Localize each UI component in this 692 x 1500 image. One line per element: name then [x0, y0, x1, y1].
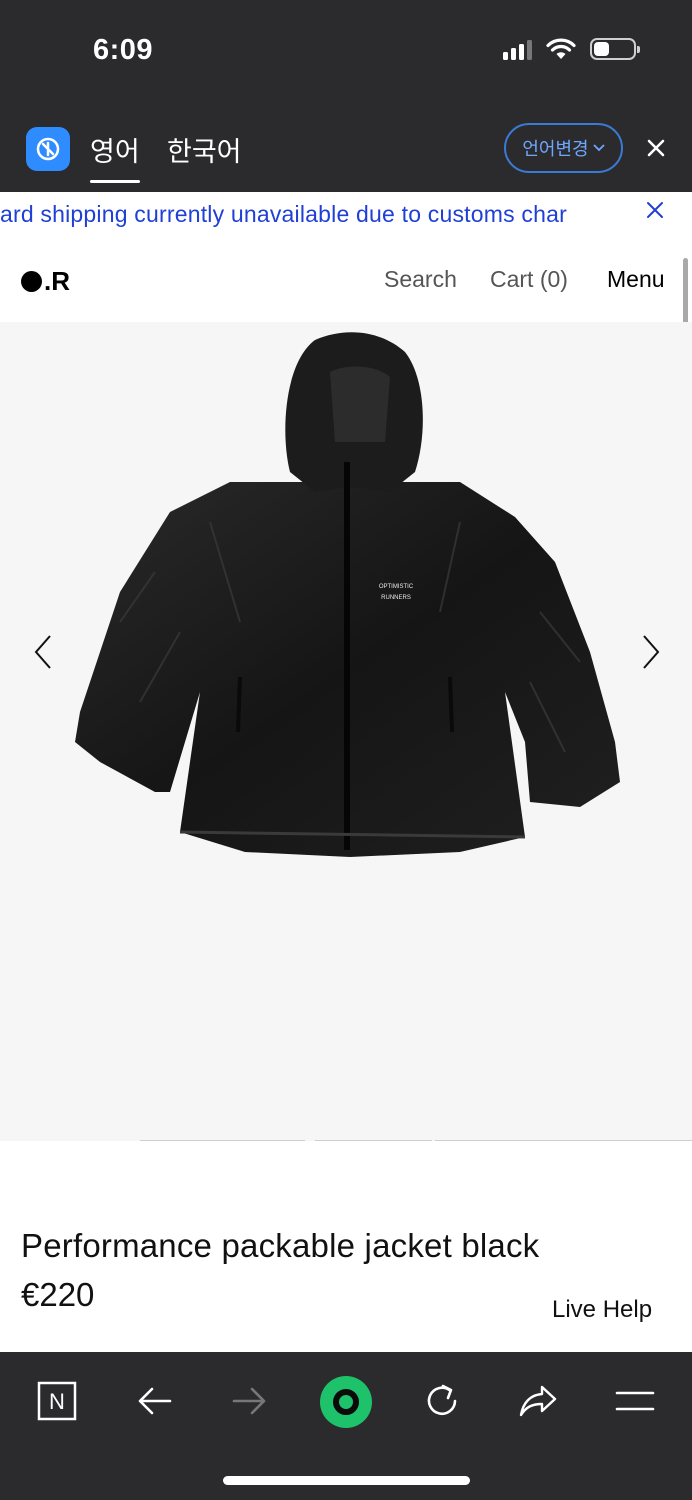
search-link[interactable]: Search: [384, 266, 457, 293]
chevron-down-icon: [592, 144, 605, 152]
change-language-label: 언어변경: [522, 139, 589, 159]
menu-button[interactable]: [610, 1376, 660, 1426]
logo-text: .R: [44, 266, 70, 296]
battery-icon: [590, 38, 640, 60]
announcement-bar: ard shipping currently unavailable due t…: [0, 192, 692, 238]
arrow-right-icon: [232, 1387, 266, 1415]
home-button[interactable]: [320, 1376, 372, 1428]
menu-link[interactable]: Menu: [607, 266, 665, 293]
wifi-icon: [546, 38, 576, 59]
chevron-left-icon[interactable]: [28, 632, 58, 672]
site-header: .R Search Cart (0) Menu: [0, 238, 692, 322]
arrow-left-icon: [138, 1387, 172, 1415]
live-help-button[interactable]: Live Help: [552, 1296, 652, 1324]
product-image: OPTIMISTIC RUNNERS: [75, 332, 620, 857]
cart-link[interactable]: Cart (0): [490, 266, 568, 293]
tabs-button[interactable]: N: [32, 1376, 82, 1426]
translate-bar: 영어 한국어 언어변경: [0, 104, 692, 192]
product-price: €220: [21, 1276, 95, 1313]
tabs-label: N: [49, 1389, 65, 1414]
share-button[interactable]: [513, 1376, 563, 1426]
reload-icon: [427, 1384, 457, 1416]
green-circle-icon: [320, 1376, 372, 1428]
close-icon[interactable]: [640, 130, 672, 166]
cellular-signal-icon: [503, 38, 532, 60]
hamburger-icon: [615, 1391, 655, 1411]
status-bar: 6:09: [0, 0, 692, 104]
chevron-right-icon[interactable]: [636, 632, 666, 672]
announcement-text[interactable]: ard shipping currently unavailable due t…: [0, 201, 630, 228]
change-language-button[interactable]: 언어변경: [504, 123, 623, 173]
jacket-print-line2: RUNNERS: [381, 595, 411, 601]
reload-button[interactable]: [417, 1376, 467, 1426]
product-gallery[interactable]: OPTIMISTIC RUNNERS: [0, 322, 692, 1141]
product-title: Performance packable jacket black: [21, 1227, 540, 1264]
gallery-progress: [0, 1140, 692, 1142]
home-indicator[interactable]: [223, 1476, 470, 1485]
forward-button[interactable]: [225, 1376, 275, 1426]
n-square-icon: N: [37, 1381, 77, 1421]
site-logo[interactable]: .R: [21, 266, 70, 297]
status-icons: [503, 38, 640, 60]
tab-korean[interactable]: 한국어: [167, 130, 242, 169]
tab-english[interactable]: 영어: [90, 130, 140, 183]
close-icon[interactable]: [646, 198, 664, 226]
status-time: 6:09: [93, 34, 154, 66]
back-button[interactable]: [129, 1376, 179, 1426]
logo-dot-icon: [21, 271, 42, 292]
translate-logo-icon[interactable]: [26, 127, 70, 171]
share-icon: [519, 1385, 557, 1417]
jacket-print-line1: OPTIMISTIC: [379, 584, 414, 590]
